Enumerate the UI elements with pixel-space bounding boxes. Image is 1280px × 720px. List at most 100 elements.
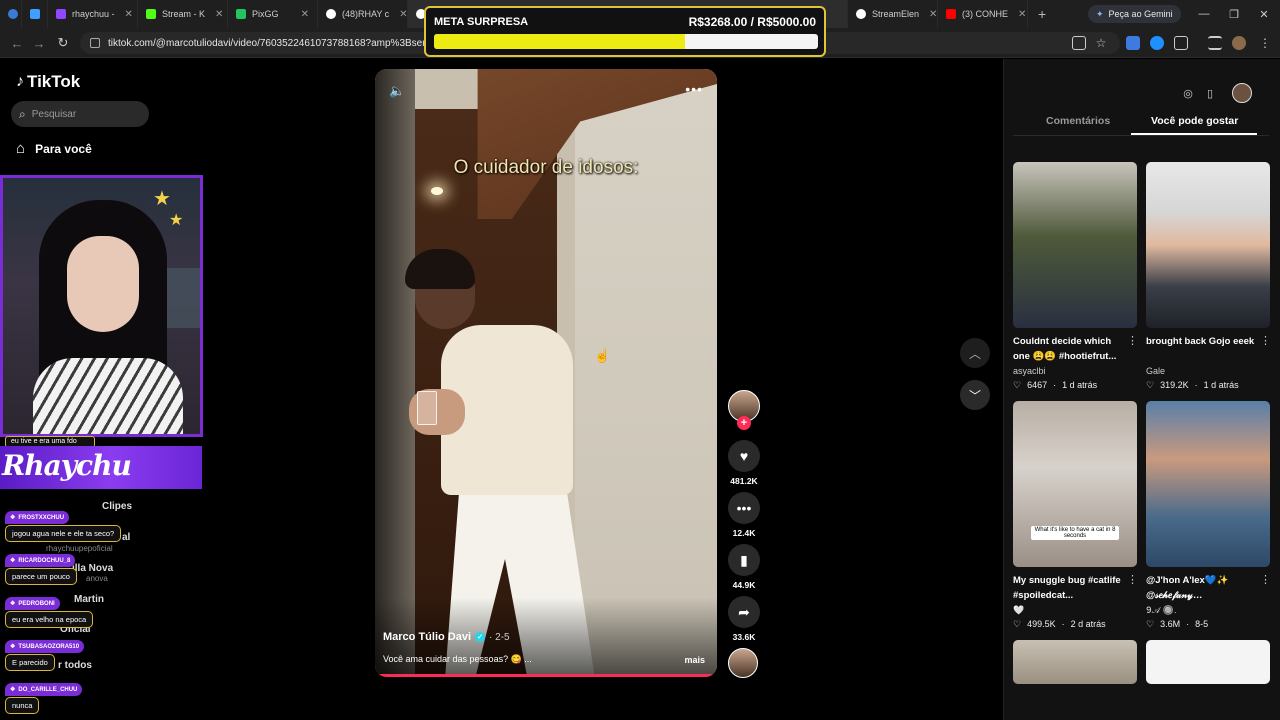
suggested-video-thumbnail[interactable] bbox=[1013, 162, 1137, 328]
follow-plus-icon[interactable]: + bbox=[737, 416, 751, 430]
close-window-icon[interactable]: ✕ bbox=[1248, 0, 1280, 28]
browser-tab[interactable]: (48)RHAY c ✕ bbox=[318, 0, 408, 28]
star-icon: ★ bbox=[153, 188, 171, 210]
suggested-video-thumbnail[interactable] bbox=[1146, 162, 1270, 328]
download-icon[interactable] bbox=[1126, 36, 1140, 50]
chat-username: ❖ DO_CARILLE_CHUU bbox=[5, 683, 83, 696]
profile-avatar[interactable] bbox=[1232, 36, 1246, 50]
sidebar-item-sub: anova bbox=[86, 574, 108, 583]
search-placeholder: Pesquisar bbox=[31, 108, 77, 120]
card-menu-icon[interactable]: ⋮ bbox=[1127, 573, 1138, 586]
video-description: Você ama cuidar das pessoas? 😋 ... bbox=[383, 654, 532, 664]
extension-icon[interactable] bbox=[1150, 36, 1164, 50]
install-app-icon[interactable] bbox=[1072, 36, 1086, 50]
tab-comments[interactable]: Comentários bbox=[1046, 115, 1110, 127]
post-age: 1 d atrás bbox=[1062, 380, 1098, 390]
hand-cursor-icon: ☝ bbox=[594, 348, 611, 363]
webcam-overlay: ★ ★ bbox=[0, 175, 203, 437]
browser-menu-icon[interactable]: ⋮ bbox=[1258, 36, 1272, 50]
close-tab-icon[interactable]: ✕ bbox=[399, 9, 407, 20]
card-menu-icon[interactable]: ⋮ bbox=[1127, 334, 1138, 347]
browser-tab[interactable]: rhaychuu - ✕ bbox=[48, 0, 138, 28]
video-player[interactable]: O cuidador de idosos: 🔈 ••• Marco Túlio … bbox=[375, 69, 717, 677]
dot-separator: · bbox=[1186, 619, 1190, 629]
banner-title: Rhaychu bbox=[2, 449, 132, 482]
chat-username: ❖ PEDROBONI bbox=[5, 597, 60, 610]
gemini-icon: ✦ bbox=[1096, 8, 1104, 19]
close-tab-icon[interactable]: ✕ bbox=[929, 9, 937, 20]
video-author[interactable]: Marco Túlio Davi ✓ · 2-5 bbox=[383, 631, 510, 643]
search-input[interactable]: ⌕ Pesquisar bbox=[11, 101, 149, 127]
browser-tab[interactable]: StreamElen ✕ bbox=[848, 0, 938, 28]
suggested-video-title[interactable]: brought back Gojo eeek bbox=[1146, 334, 1258, 349]
forward-icon[interactable]: → bbox=[30, 34, 48, 52]
suggested-video-thumbnail[interactable] bbox=[1146, 401, 1270, 567]
browser-tab[interactable]: PixGG ✕ bbox=[228, 0, 318, 28]
kick-icon bbox=[146, 9, 156, 19]
dot-separator: · bbox=[1194, 380, 1198, 390]
suggested-video-author[interactable]: 𝟫𝒜 🔘. bbox=[1146, 605, 1176, 616]
close-tab-icon[interactable]: ✕ bbox=[1018, 9, 1026, 20]
save-button[interactable]: ▮ bbox=[728, 544, 760, 576]
volume-icon[interactable]: 🔈 bbox=[389, 83, 405, 99]
share-count: 33.6K bbox=[732, 632, 756, 642]
new-tab-icon[interactable]: + bbox=[1028, 6, 1056, 22]
close-tab-icon[interactable]: ✕ bbox=[125, 9, 133, 20]
tab-suggested[interactable]: Você pode gostar bbox=[1151, 115, 1238, 127]
chat-message: ❖ DO_CARILLE_CHUU nunca bbox=[5, 678, 83, 714]
suggested-video-title[interactable]: My snuggle bug #catlife #spoiledcat... bbox=[1013, 573, 1125, 603]
suggested-video-title[interactable]: @J'hon A'lex💙✨ @𝓈𝑒𝒽𝑒𝒻𝒶𝓃𝓎… bbox=[1146, 573, 1258, 603]
suggested-video-author[interactable]: 🤍 bbox=[1013, 605, 1024, 616]
comment-button[interactable]: ••• bbox=[728, 492, 760, 524]
chat-username: ❖ FROSTXXCHUU bbox=[5, 511, 70, 524]
browser-tab[interactable] bbox=[4, 0, 22, 28]
share-icon: ➦ bbox=[738, 603, 750, 620]
share-button[interactable]: ➦ bbox=[728, 596, 760, 628]
tab-title: (3) CONHE bbox=[962, 9, 1009, 19]
card-menu-icon[interactable]: ⋮ bbox=[1260, 573, 1271, 586]
compass-icon[interactable]: ◎ bbox=[1178, 83, 1198, 103]
streamelements-icon bbox=[856, 9, 866, 19]
youtube-icon bbox=[946, 9, 956, 19]
bookmark-star-icon[interactable]: ☆ bbox=[1094, 36, 1108, 50]
sound-avatar[interactable] bbox=[728, 648, 758, 678]
browser-tab[interactable]: Stream - K ✕ bbox=[138, 0, 228, 28]
video-progress-bar[interactable] bbox=[375, 674, 717, 677]
heart-outline-icon: ♡ bbox=[1013, 619, 1022, 629]
streamer-shirt bbox=[33, 358, 183, 434]
user-avatar[interactable] bbox=[1232, 83, 1252, 103]
like-button[interactable]: ♥ bbox=[728, 440, 760, 472]
card-menu-icon[interactable]: ⋮ bbox=[1260, 334, 1271, 347]
tiktok-logo[interactable]: ♪ TikTok bbox=[16, 72, 80, 92]
suggested-video-title[interactable]: Couldnt decide which one 😩😩 #hootiefrut.… bbox=[1013, 334, 1125, 364]
close-tab-icon[interactable]: ✕ bbox=[301, 9, 309, 20]
sidebar-item-label[interactable]: al bbox=[122, 532, 130, 543]
suggested-video-author[interactable]: asyaclbi bbox=[1013, 366, 1046, 376]
more-description-link[interactable]: mais bbox=[684, 655, 705, 665]
maximize-icon[interactable]: ❐ bbox=[1218, 0, 1250, 28]
suggested-video-thumbnail[interactable] bbox=[1013, 640, 1137, 684]
suggested-video-thumbnail[interactable]: What it's like to have a cat in 8 second… bbox=[1013, 401, 1137, 567]
previous-video-button[interactable]: ︿ bbox=[960, 338, 990, 368]
sidebar-item-foryou[interactable]: ⌂ Para você bbox=[16, 140, 92, 157]
reload-icon[interactable]: ↻ bbox=[54, 34, 72, 52]
dot-separator: · bbox=[1061, 619, 1065, 629]
badge-icon: ❖ bbox=[10, 558, 16, 564]
more-options-icon[interactable]: ••• bbox=[685, 81, 703, 97]
tab-search-icon[interactable] bbox=[1208, 36, 1222, 50]
close-tab-icon[interactable]: ✕ bbox=[215, 9, 223, 20]
browser-tab[interactable] bbox=[22, 0, 48, 28]
post-age: 2 d atrás bbox=[1070, 619, 1106, 629]
back-icon[interactable]: ← bbox=[8, 34, 26, 52]
suggested-video-thumbnail[interactable] bbox=[1146, 640, 1270, 684]
suggested-video-author[interactable]: Gale bbox=[1146, 366, 1165, 376]
browser-tab[interactable]: (3) CONHE ✕ bbox=[938, 0, 1028, 28]
minimize-icon[interactable]: — bbox=[1188, 0, 1220, 28]
sidebar-item-label[interactable]: illa Nova bbox=[72, 563, 113, 574]
tab-title: rhaychuu - bbox=[72, 9, 115, 19]
device-icon[interactable]: ▯ bbox=[1200, 83, 1220, 103]
next-video-button[interactable]: ﹀ bbox=[960, 380, 990, 410]
puzzle-extensions-icon[interactable] bbox=[1174, 36, 1188, 50]
gemini-button[interactable]: ✦ Peça ao Gemini bbox=[1088, 5, 1181, 23]
site-info-icon[interactable] bbox=[90, 38, 100, 48]
